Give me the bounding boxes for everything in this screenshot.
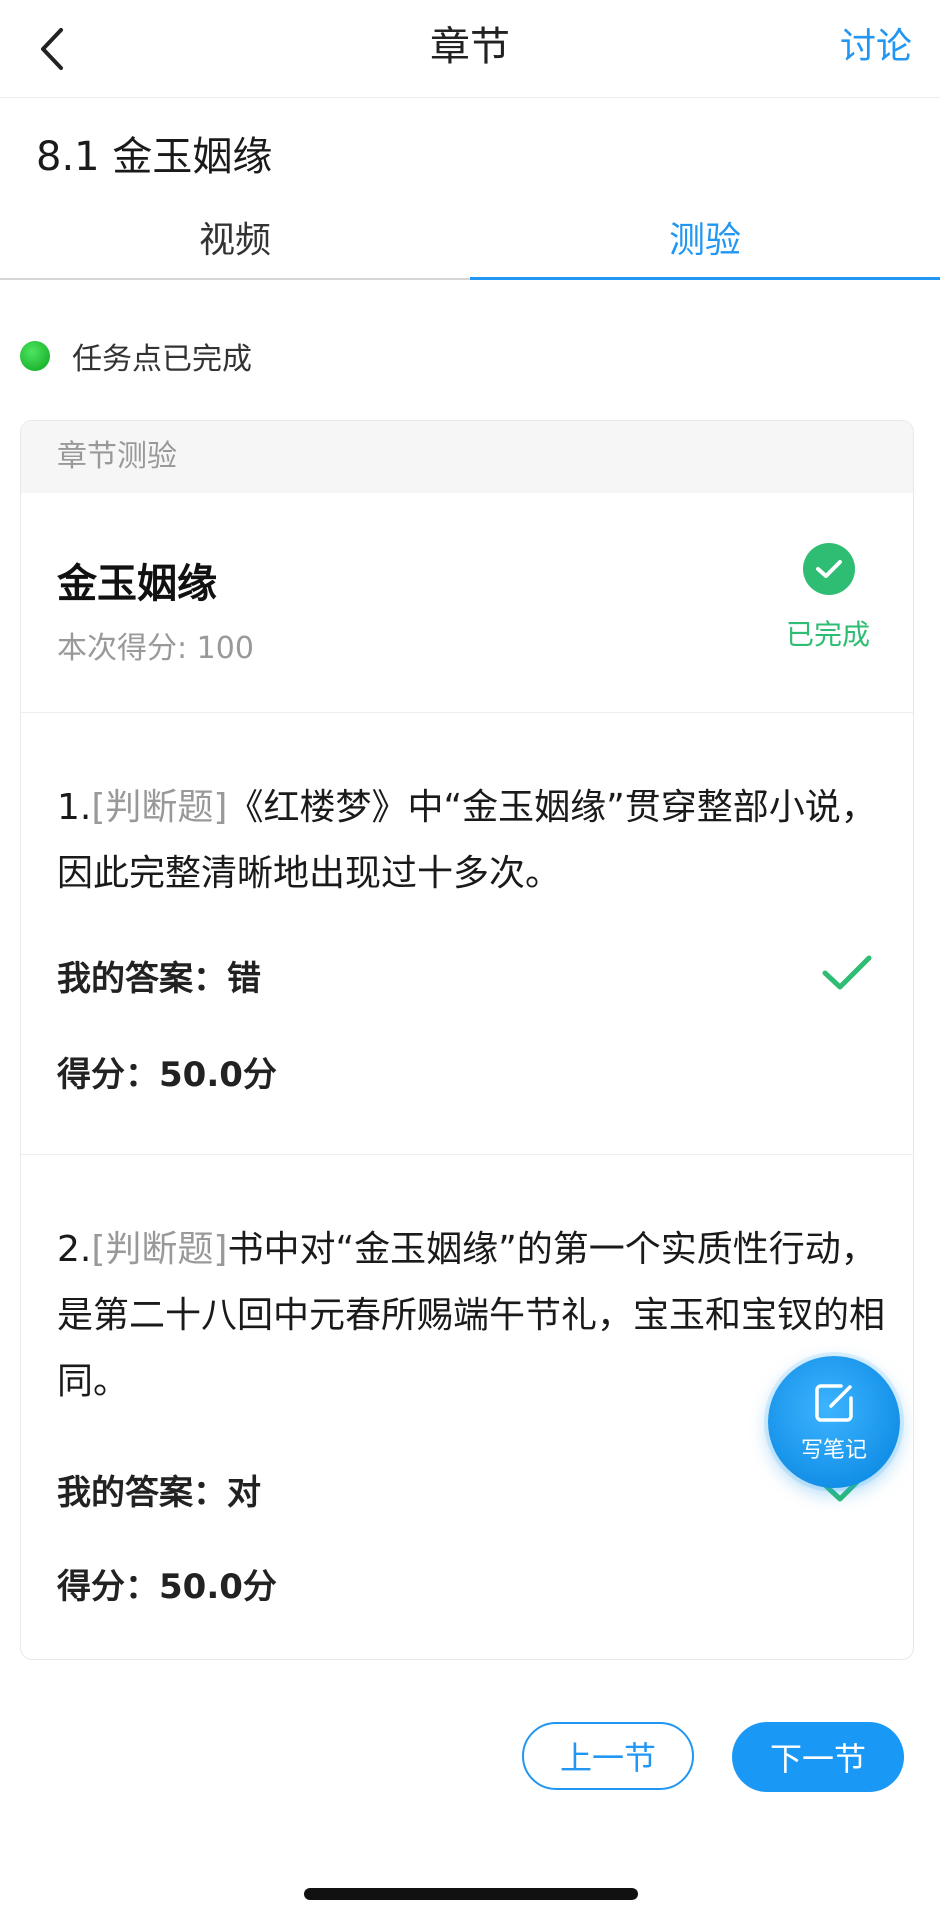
correct-check-icon <box>822 955 872 990</box>
back-button[interactable] <box>30 24 74 74</box>
question-number: 1. <box>57 787 92 828</box>
quiz-summary[interactable]: 金玉姻缘 本次得分: 100 已完成 <box>21 493 913 713</box>
question-text: 1.[判断题]《红楼梦》中“金玉姻缘”贯穿整部小说，因此完整清晰地出现过十多次。 <box>57 775 887 907</box>
next-section-button[interactable]: 下一节 <box>732 1722 904 1792</box>
question-number: 2. <box>57 1229 92 1270</box>
quiz-score: 本次得分: 100 <box>57 631 254 666</box>
chevron-left-icon <box>41 28 63 70</box>
section-title: 8.1 金玉姻缘 <box>36 134 273 180</box>
completed-label: 已完成 <box>786 618 871 651</box>
status-text: 任务点已完成 <box>72 342 252 377</box>
question-type: [判断题] <box>91 787 228 828</box>
tab-quiz[interactable]: 测验 <box>470 196 940 280</box>
tab-video[interactable]: 视频 <box>0 196 470 278</box>
quiz-card: 章节测验 金玉姻缘 本次得分: 100 已完成 1.[判断题]《红楼梦》中“金玉… <box>20 420 914 1660</box>
question-points: 得分：50.0分 <box>57 1055 277 1095</box>
status-dot-icon <box>20 341 50 371</box>
question-text: 2.[判断题]书中对“金玉姻缘”的第一个实质性行动，是第二十八回中元春所赐端午节… <box>57 1217 887 1415</box>
write-note-button[interactable]: 写笔记 <box>768 1356 900 1488</box>
discussion-button[interactable]: 讨论 <box>840 0 912 98</box>
edit-note-icon <box>815 1384 853 1422</box>
home-indicator <box>304 1888 638 1900</box>
card-header: 章节测验 <box>21 421 913 493</box>
navigation-bar: 章节 讨论 <box>0 0 940 98</box>
quiz-name: 金玉姻缘 <box>57 561 217 607</box>
previous-section-button[interactable]: 上一节 <box>522 1722 694 1790</box>
task-status: 任务点已完成 <box>20 334 252 378</box>
write-note-label: 写笔记 <box>800 1438 867 1463</box>
question-type: [判断题] <box>91 1229 228 1270</box>
question-points: 得分：50.0分 <box>57 1567 277 1607</box>
completed-check-icon <box>803 543 855 595</box>
my-answer: 我的答案：对 <box>57 1473 261 1513</box>
question-item: 1.[判断题]《红楼梦》中“金玉姻缘”贯穿整部小说，因此完整清晰地出现过十多次。… <box>21 713 913 1155</box>
page-title: 章节 <box>430 24 510 70</box>
my-answer: 我的答案：错 <box>57 959 261 999</box>
tab-bar: 视频 测验 <box>0 196 940 280</box>
